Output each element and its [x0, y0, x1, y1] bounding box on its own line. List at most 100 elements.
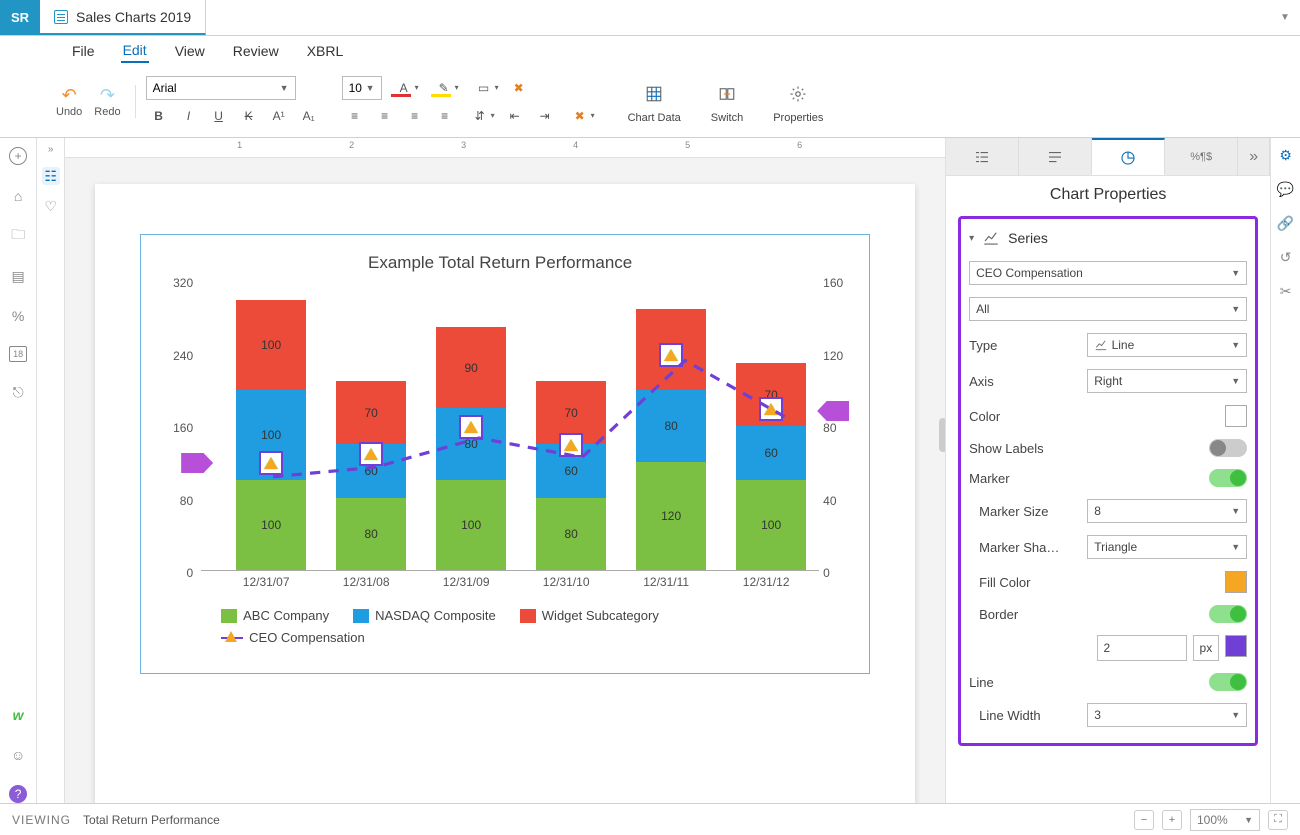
zoom-out-button[interactable]: −: [1134, 810, 1154, 830]
clear-style-button[interactable]: ✖: [562, 104, 598, 128]
show-labels-toggle[interactable]: [1209, 439, 1247, 457]
series-color-chip[interactable]: [1225, 405, 1247, 427]
line-marker[interactable]: [759, 397, 783, 421]
calendar-icon[interactable]: 18: [9, 346, 27, 362]
app-badge: SR: [0, 0, 40, 35]
menu-edit[interactable]: Edit: [121, 39, 149, 63]
home-icon[interactable]: ⌂: [8, 186, 28, 206]
fill-color-button[interactable]: ▭: [466, 76, 502, 100]
font-size-select[interactable]: 10▼: [342, 76, 382, 100]
line-marker[interactable]: [659, 343, 683, 367]
bold-button[interactable]: B: [146, 104, 172, 128]
marker-toggle[interactable]: [1209, 469, 1247, 487]
bar-segment: 80: [336, 498, 406, 570]
series-section-header[interactable]: ▾ Series: [967, 225, 1249, 255]
switch-button[interactable]: Switch: [701, 80, 753, 124]
type-select[interactable]: Line▼: [1087, 333, 1247, 357]
indent-decrease-button[interactable]: ⇤: [502, 104, 528, 128]
tab-chart[interactable]: [1092, 138, 1165, 175]
menu-file[interactable]: File: [70, 40, 97, 62]
border-width-input[interactable]: 2: [1097, 635, 1187, 661]
x-tick-label: 12/31/08: [326, 575, 406, 589]
chart-plot-area: 320 240 160 80 0 160 120 80 40: [201, 283, 819, 593]
undo-label: Undo: [56, 106, 82, 118]
align-right-button[interactable]: ≡: [402, 104, 428, 128]
document-canvas[interactable]: Example Total Return Performance 320 240…: [65, 158, 945, 803]
line-marker[interactable]: [259, 451, 283, 475]
outline-icon[interactable]: ☷: [42, 167, 60, 185]
fill-color-chip[interactable]: [1225, 571, 1247, 593]
redo-icon[interactable]: ↷: [94, 85, 120, 106]
history-icon[interactable]: ↺: [1277, 248, 1295, 266]
align-center-button[interactable]: ≡: [372, 104, 398, 128]
document-tab[interactable]: Sales Charts 2019: [40, 0, 206, 35]
line-width-select[interactable]: 3▼: [1087, 703, 1247, 727]
chart-object[interactable]: Example Total Return Performance 320 240…: [140, 234, 870, 674]
strikethrough-button[interactable]: K: [236, 104, 262, 128]
underline-button[interactable]: U: [206, 104, 232, 128]
bar-segment: 100: [736, 480, 806, 570]
undo-icon[interactable]: ↶: [56, 85, 82, 106]
comments-icon[interactable]: 💬: [1277, 180, 1295, 198]
titlebar-more-icon[interactable]: ▼: [1270, 0, 1300, 35]
type-label: Type: [969, 338, 997, 353]
tab-more[interactable]: »: [1238, 138, 1270, 175]
chevron-down-icon: ▾: [969, 233, 974, 244]
vertical-scrollbar[interactable]: [939, 418, 945, 452]
axis-select[interactable]: Right▼: [1087, 369, 1247, 393]
menu-review[interactable]: Review: [231, 40, 281, 62]
left-nav-rail: + ⌂ 🗀 ▤ % 18 ⎋ w ☺ ?: [0, 138, 37, 803]
menu-view[interactable]: View: [173, 40, 207, 62]
italic-button[interactable]: I: [176, 104, 202, 128]
add-button[interactable]: +: [8, 146, 28, 166]
line-marker[interactable]: [359, 442, 383, 466]
font-name-select[interactable]: Arial▼: [146, 76, 296, 100]
zoom-select[interactable]: 100%▼: [1190, 809, 1260, 831]
align-justify-button[interactable]: ≡: [432, 104, 458, 128]
valign-button[interactable]: ⇵: [462, 104, 498, 128]
font-color-button[interactable]: A: [386, 76, 422, 100]
superscript-button[interactable]: A¹: [266, 104, 292, 128]
tag-icon[interactable]: ⎋: [8, 382, 28, 402]
tab-outline[interactable]: [946, 138, 1019, 175]
settings-gear-icon[interactable]: ⚙: [1277, 146, 1295, 164]
border-toggle[interactable]: [1209, 605, 1247, 623]
marker-size-select[interactable]: 8▼: [1087, 499, 1247, 523]
line-marker[interactable]: [459, 415, 483, 439]
series-subselect[interactable]: All▼: [969, 297, 1247, 321]
user-icon[interactable]: ☺: [8, 745, 28, 765]
line-label: Line: [969, 675, 994, 690]
properties-button[interactable]: Properties: [763, 80, 833, 124]
border-color-chip[interactable]: [1225, 635, 1247, 657]
menu-xbrl[interactable]: XBRL: [305, 40, 346, 62]
bookmark-icon[interactable]: ♡: [42, 197, 60, 215]
indent-increase-button[interactable]: ⇥: [532, 104, 558, 128]
line-toggle[interactable]: [1209, 673, 1247, 691]
status-bar: VIEWING Total Return Performance − + 100…: [0, 803, 1300, 835]
title-bar: SR Sales Charts 2019 ▼: [0, 0, 1300, 36]
help-icon[interactable]: ?: [9, 785, 27, 803]
bar-segment: 60: [736, 426, 806, 480]
brand-icon[interactable]: w: [8, 705, 28, 725]
series-select[interactable]: CEO Compensation▼: [969, 261, 1247, 285]
x-tick-label: 12/31/09: [426, 575, 506, 589]
link-icon[interactable]: 🔗: [1277, 214, 1295, 232]
tab-paragraph[interactable]: [1019, 138, 1092, 175]
status-doc-name: Total Return Performance: [83, 813, 220, 827]
zoom-in-button[interactable]: +: [1162, 810, 1182, 830]
fit-page-button[interactable]: ⛶: [1268, 810, 1288, 830]
marker-shape-select[interactable]: Triangle▼: [1087, 535, 1247, 559]
cut-icon[interactable]: ✂: [1277, 282, 1295, 300]
align-left-button[interactable]: ≡: [342, 104, 368, 128]
subscript-button[interactable]: A₁: [296, 104, 322, 128]
axis-label: Axis: [969, 374, 994, 389]
archive-icon[interactable]: ▤: [8, 266, 28, 286]
bar-segment: 80: [636, 390, 706, 462]
line-marker[interactable]: [559, 433, 583, 457]
clear-formatting-button[interactable]: ✖: [506, 76, 532, 100]
folder-icon[interactable]: 🗀: [8, 226, 28, 246]
highlight-color-button[interactable]: ✎: [426, 76, 462, 100]
percent-icon[interactable]: %: [8, 306, 28, 326]
tab-format[interactable]: %¶$: [1165, 138, 1238, 175]
chart-data-button[interactable]: Chart Data: [618, 80, 691, 124]
